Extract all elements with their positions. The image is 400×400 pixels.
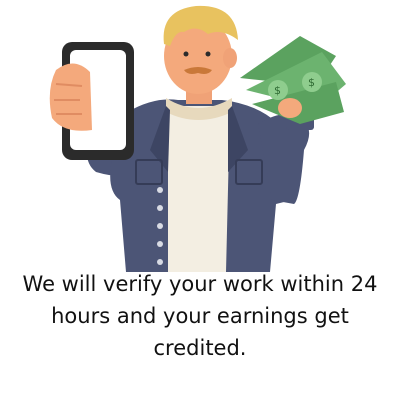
- man-holding-phone-and-cash-icon: $ $: [0, 0, 400, 272]
- message-line-1: We will verify your work within 24: [22, 272, 378, 296]
- message-line-3: credited.: [153, 336, 247, 360]
- verification-message: We will verify your work within 24 hours…: [0, 268, 400, 364]
- svg-text:$: $: [308, 76, 315, 89]
- shirt: [168, 106, 230, 272]
- message-line-2: hours and your earnings get: [51, 304, 349, 328]
- svg-text:$: $: [274, 84, 281, 97]
